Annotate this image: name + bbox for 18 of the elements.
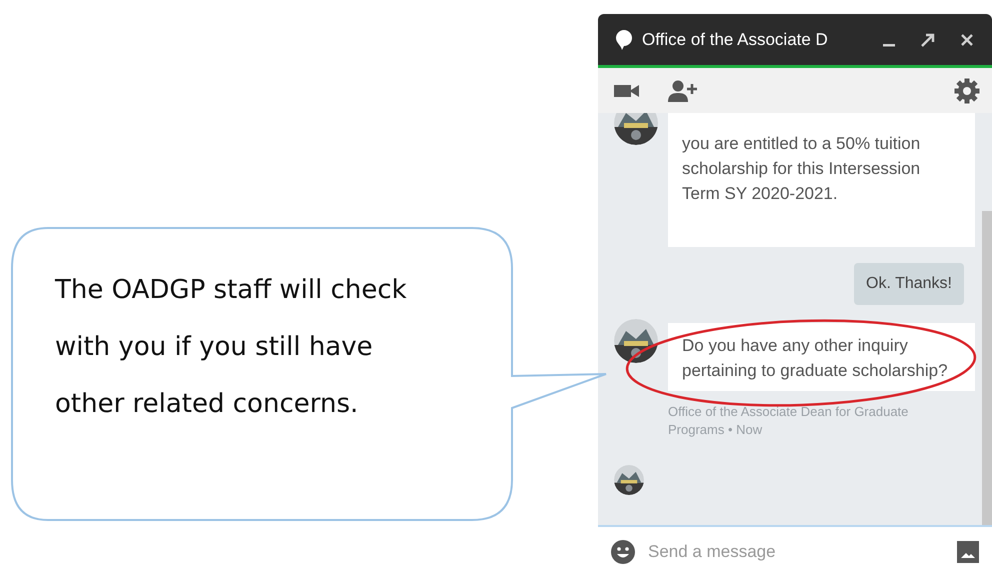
emoji-icon[interactable] — [610, 539, 636, 565]
video-camera-icon[interactable] — [614, 82, 640, 98]
scrollbar[interactable] — [982, 211, 992, 525]
avatar — [614, 319, 658, 363]
sender-info: Office of the Associate Dean for Graduate Programs • Now — [668, 403, 910, 439]
close-icon[interactable] — [960, 32, 974, 46]
pop-out-arrow-icon[interactable] — [920, 32, 936, 48]
window-title: Office of the Associate D — [642, 28, 829, 51]
callout-text: The OADGP staff will check with you if you still have other related concerns. — [55, 274, 408, 421]
message-bar[interactable]: Send a message — [598, 525, 992, 577]
image-icon[interactable] — [956, 540, 980, 564]
message-text: Ok. Thanks! — [854, 263, 964, 305]
message-text: Do you have any other inquiry pertaining to graduate scholarship? — [668, 323, 975, 391]
add-person-icon[interactable] — [668, 80, 698, 102]
avatar — [614, 113, 658, 145]
message-field[interactable]: Send a message — [646, 538, 946, 566]
message-text: you are entitled to a 50% tuition scholarship for this Intersession Term SY 2020-2021. — [668, 113, 975, 247]
chat-bubble-icon — [614, 28, 634, 50]
